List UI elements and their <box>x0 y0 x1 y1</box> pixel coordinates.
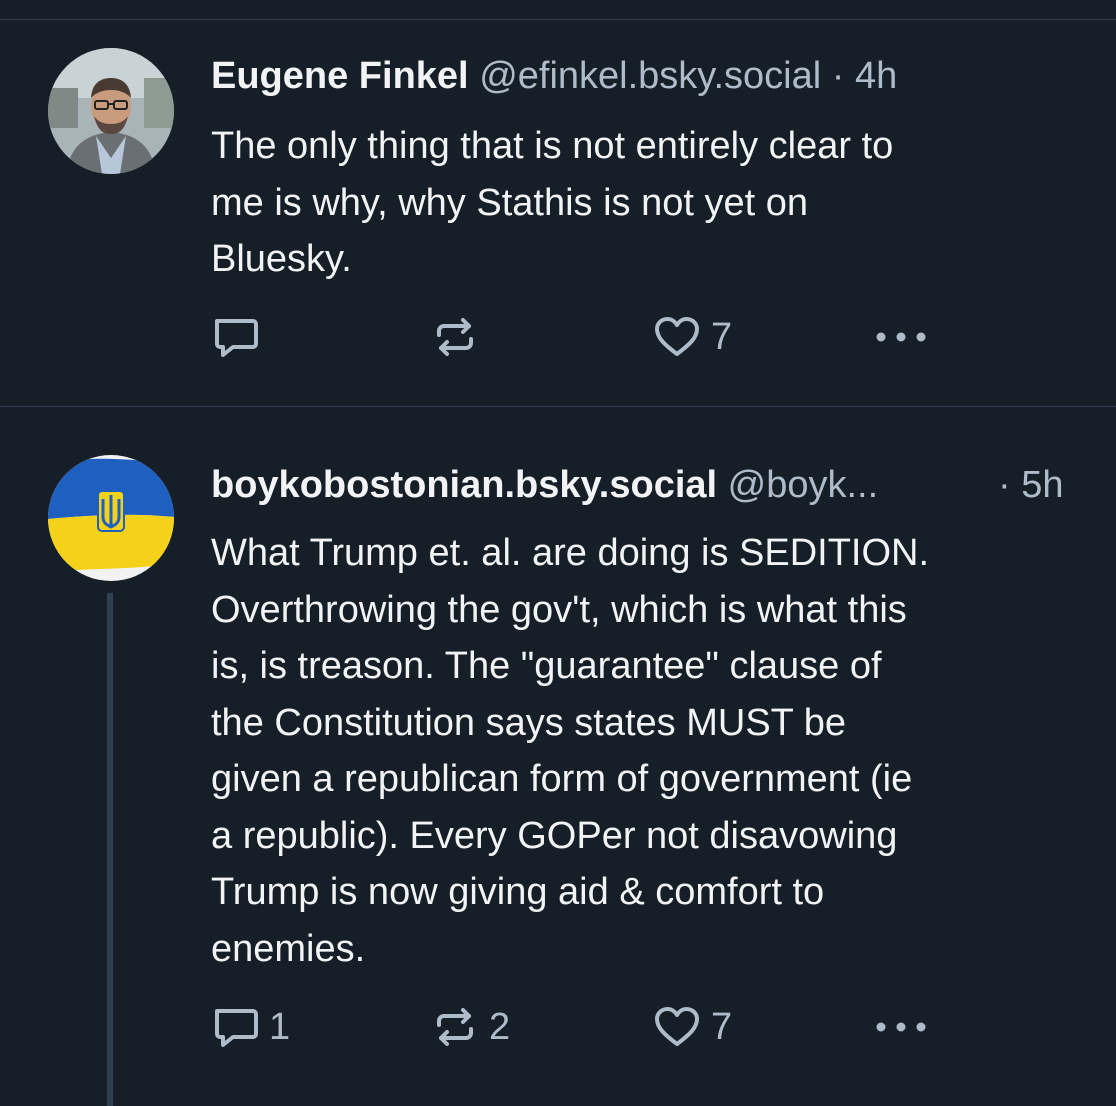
like-button[interactable]: 7 <box>653 1003 732 1051</box>
more-icon <box>876 1022 926 1032</box>
heart-icon <box>655 1007 699 1046</box>
post-text-line: Bluesky. <box>211 238 352 280</box>
reply-count: 1 <box>269 1006 291 1048</box>
post-text-line: What Trump et. al. are doing is SEDITION… <box>211 532 930 574</box>
avatar-photo <box>48 48 174 174</box>
thread-line <box>107 593 113 1106</box>
post-text-line: me is why, why Stathis is not yet on <box>211 181 808 224</box>
avatar[interactable] <box>48 455 174 581</box>
author-handle[interactable]: @efinkel.bsky.social <box>479 55 821 97</box>
post-text-line: is, is treason. The "guarantee" clause o… <box>211 645 882 687</box>
post-time-wrap: · 5h <box>998 465 1063 505</box>
reply-button[interactable] <box>211 313 259 361</box>
repost-icon <box>437 318 473 356</box>
post-time[interactable]: · 4h <box>832 55 897 97</box>
reply-button[interactable]: 1 <box>211 1003 290 1051</box>
post-header: Eugene Finkel @efinkel.bsky.social · 4h <box>211 56 897 96</box>
post-text-line: enemies. <box>211 927 366 970</box>
post-text: What Trump et. al. are doing is SEDITION… <box>211 525 1081 977</box>
post-text-line: Trump is now giving aid & comfort to <box>211 871 825 913</box>
post-text-line: Overthrowing the gov't, which is what th… <box>211 588 907 631</box>
repost-button[interactable]: 2 <box>431 1003 510 1051</box>
post-text-line: the Constitution says states MUST be <box>211 701 847 744</box>
like-count: 7 <box>711 1006 733 1048</box>
ukraine-flag-avatar <box>48 455 174 581</box>
author-handle[interactable]: @boyk... <box>728 464 879 506</box>
more-icon <box>876 332 926 342</box>
repost-count: 2 <box>489 1006 511 1048</box>
post-boykobostonian[interactable]: boykobostonian.bsky.social @boyk... · 5h… <box>0 407 1116 1106</box>
author-name[interactable]: Eugene Finkel <box>211 55 469 97</box>
like-button[interactable]: 7 <box>653 313 732 361</box>
post-text-line: given a republican form of government (i… <box>211 758 913 800</box>
post-header: boykobostonian.bsky.social @boyk... <box>211 465 878 505</box>
repost-button[interactable] <box>431 313 479 361</box>
more-button[interactable] <box>875 313 927 361</box>
heart-icon <box>655 317 699 356</box>
post-eugene-finkel[interactable]: Eugene Finkel @efinkel.bsky.social · 4h … <box>0 0 1116 406</box>
post-text: The only thing that is not entirely clea… <box>211 118 1081 288</box>
like-count: 7 <box>711 316 733 358</box>
avatar[interactable] <box>48 48 174 174</box>
post-time[interactable]: · 5h <box>998 464 1063 506</box>
post-text-line: a republic). Every GOPer not disavowing <box>211 814 898 857</box>
author-name[interactable]: boykobostonian.bsky.social <box>211 464 717 506</box>
post-text-line: The only thing that is not entirely clea… <box>211 125 894 167</box>
more-button[interactable] <box>875 1003 927 1051</box>
reply-icon <box>215 319 258 357</box>
repost-icon <box>437 1008 473 1046</box>
reply-icon <box>215 1009 258 1047</box>
